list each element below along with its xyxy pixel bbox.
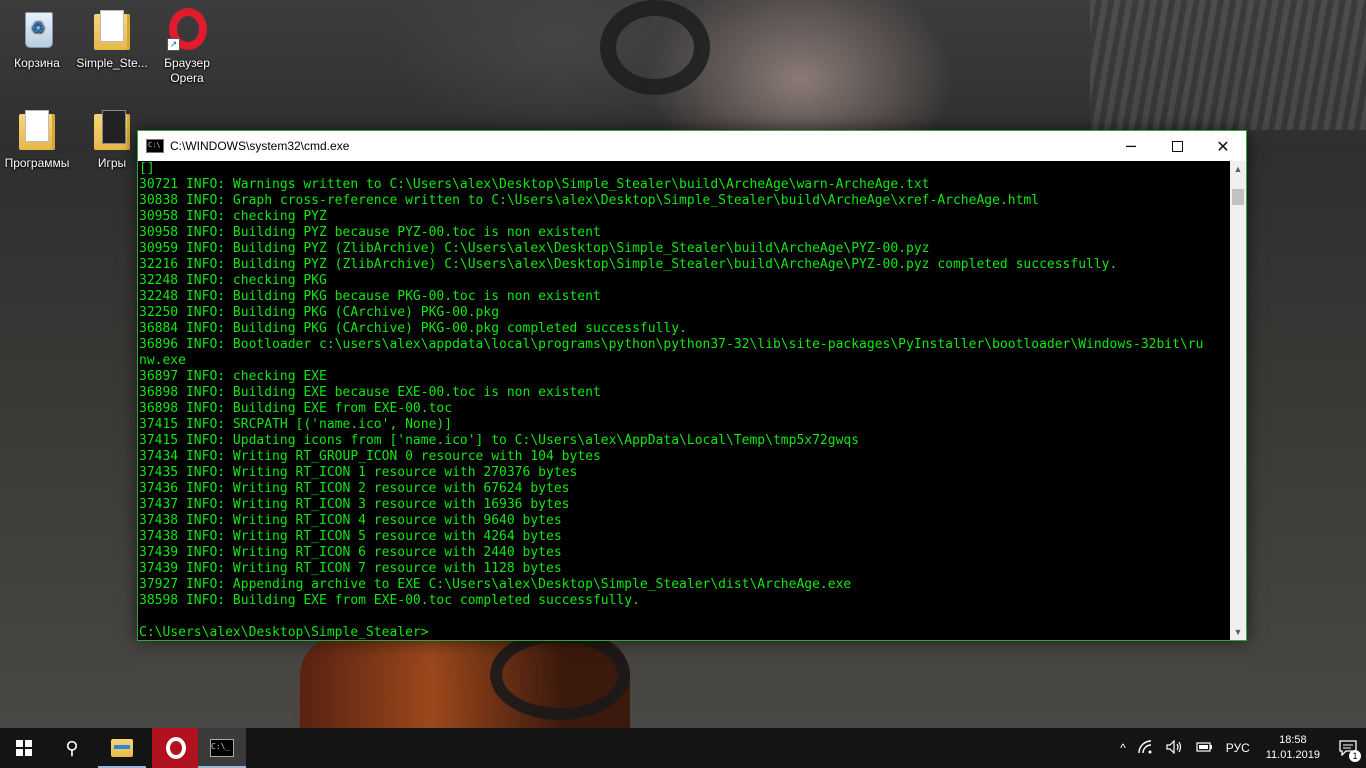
console-line: 38598 INFO: Building EXE from EXE-00.toc… [139,593,640,608]
console-line: 36884 INFO: Building PKG (CArchive) PKG-… [139,321,687,336]
console-line: 30959 INFO: Building PYZ (ZlibArchive) C… [139,241,930,256]
console-line: 37435 INFO: Writing RT_ICON 1 resource w… [139,465,578,480]
console-line: 37436 INFO: Writing RT_ICON 2 resource w… [139,481,570,496]
search-button[interactable]: ⚲ [48,728,96,768]
console-line: 32248 INFO: Building PKG because PKG-00.… [139,289,601,304]
desktop-icon-simple-stealer[interactable]: Simple_Ste... [75,8,149,71]
minimize-icon: ─ [1126,136,1136,156]
clock[interactable]: 18:58 11.01.2019 [1256,733,1330,763]
clock-date: 11.01.2019 [1265,749,1320,761]
language-indicator[interactable]: РУС [1220,741,1256,755]
taskbar-opera[interactable] [152,728,200,768]
console-line: 32248 INFO: checking PKG [139,273,327,288]
console-line: 30721 INFO: Warnings written to C:\Users… [139,177,930,192]
console-line: 30838 INFO: Graph cross-reference writte… [139,193,1040,208]
console-line: 32216 INFO: Building PYZ (ZlibArchive) C… [139,257,1118,272]
folder-icon [92,8,132,52]
opera-icon [166,737,186,759]
battery-plug-icon[interactable] [1190,740,1220,757]
console-line: 37438 INFO: Writing RT_ICON 5 resource w… [139,529,562,544]
console-line: 30958 INFO: checking PYZ [139,209,327,224]
search-icon: ⚲ [65,737,79,758]
scroll-up-arrow-icon[interactable]: ▲ [1230,161,1246,177]
minimize-button[interactable]: ─ [1108,131,1154,161]
console-line: 37438 INFO: Writing RT_ICON 4 resource w… [139,513,562,528]
desktop-icon-programs[interactable]: Программы [0,108,74,171]
console-line: 32250 INFO: Building PKG (CArchive) PKG-… [139,305,500,320]
desktop-icon-label: Браузер Opera [164,56,210,85]
console-line: 37434 INFO: Writing RT_GROUP_ICON 0 reso… [139,449,601,464]
cmd-icon: C:\ [146,139,164,153]
taskbar-cmd[interactable]: C:\_ [198,728,246,768]
cmd-window[interactable]: C:\ C:\WINDOWS\system32\cmd.exe ─ ✕ [] 30… [137,130,1247,641]
show-hidden-icons-chevron-icon[interactable]: ^ [1114,741,1132,755]
wallpaper-roof [1090,0,1366,130]
console-line: 37415 INFO: SRCPATH [('name.ico', None)] [139,417,453,432]
taskbar-file-explorer[interactable] [98,728,146,768]
window-title: C:\WINDOWS\system32\cmd.exe [170,139,350,153]
maximize-icon [1171,140,1183,152]
taskbar: ⚲ C:\_ ^ РУС 18:58 11.01.2019 1 [0,728,1366,768]
desktop-icon-opera[interactable]: ↗ Браузер Opera [150,8,224,86]
console-line: [] [139,161,155,176]
wallpaper-truck-wheel [600,0,710,95]
desktop-icon-label: Simple_Ste... [76,56,148,70]
scroll-down-arrow-icon[interactable]: ▼ [1230,624,1246,640]
start-button[interactable] [0,728,48,768]
desktop-icon-recycle-bin[interactable]: Корзина [0,8,74,71]
console-line: 36898 INFO: Building EXE because EXE-00.… [139,385,601,400]
desktop-icon-label: Игры [97,156,127,170]
window-titlebar[interactable]: C:\ C:\WINDOWS\system32\cmd.exe ─ ✕ [138,131,1246,161]
system-tray: ^ РУС 18:58 11.01.2019 1 [1114,728,1366,768]
close-icon: ✕ [1216,136,1230,156]
recycle-bin-icon [17,8,57,52]
close-button[interactable]: ✕ [1200,131,1246,161]
clock-time: 18:58 [1279,734,1307,746]
folder-icon [111,739,133,757]
console-line: 37439 INFO: Writing RT_ICON 6 resource w… [139,545,562,560]
network-icon[interactable] [1132,739,1160,757]
console-line: 37439 INFO: Writing RT_ICON 7 resource w… [139,561,562,576]
desktop-icon-label: Корзина [14,56,60,70]
scrollbar-thumb[interactable] [1232,189,1244,205]
console-line: C:\Users\alex\Desktop\Simple_Stealer> [139,625,429,640]
action-center-button[interactable]: 1 [1330,728,1366,768]
console-output[interactable]: [] 30721 INFO: Warnings written to C:\Use… [138,161,1230,640]
windows-start-icon [16,740,32,756]
console-line: 30958 INFO: Building PYZ because PYZ-00.… [139,225,601,240]
cmd-icon: C:\_ [210,739,234,757]
folder-icon [92,108,132,152]
console-line: 37415 INFO: Updating icons from ['name.i… [139,433,860,448]
console-line: 37927 INFO: Appending archive to EXE C:\… [139,577,852,592]
console-line: 36896 INFO: Bootloader c:\users\alex\app… [139,337,1204,352]
maximize-button[interactable] [1154,131,1200,161]
desktop-icon-label: Программы [4,156,70,170]
wallpaper-motorcycle-wheel [490,630,630,720]
console-line: 37437 INFO: Writing RT_ICON 3 resource w… [139,497,570,512]
console-line: 36897 INFO: checking EXE [139,369,327,384]
console-line: 36898 INFO: Building EXE from EXE-00.toc [139,401,453,416]
volume-icon[interactable] [1160,739,1190,757]
opera-icon: ↗ [167,8,207,52]
folder-icon [17,108,57,152]
vertical-scrollbar[interactable]: ▲ ▼ [1230,161,1246,640]
notification-count-badge: 1 [1349,750,1361,762]
console-line: nw.exe [139,353,186,368]
